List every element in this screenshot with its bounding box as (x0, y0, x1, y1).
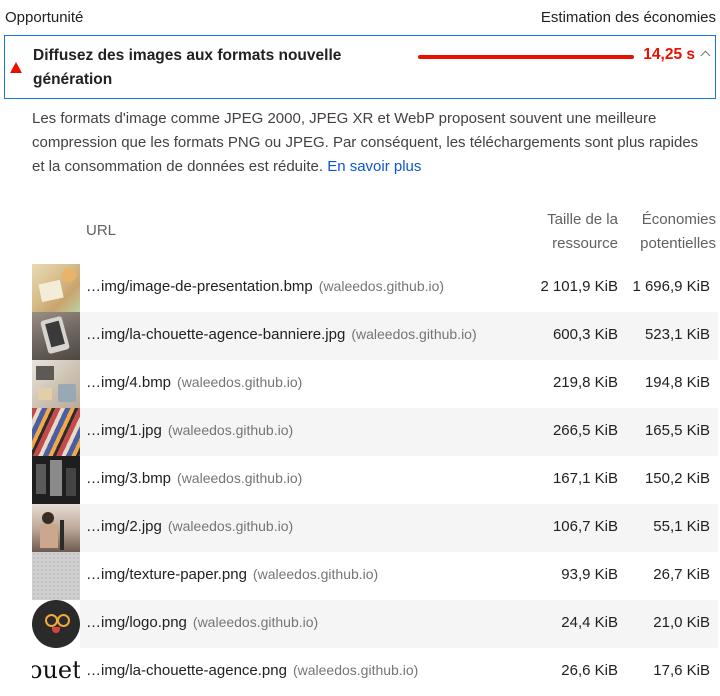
table-header-row: Opportunité Estimation des économies (0, 0, 720, 34)
potential-savings: 165,5 KiB (644, 422, 710, 439)
potential-savings: 21,0 KiB (653, 614, 710, 631)
estimated-savings-label: Estimation des économies (540, 8, 716, 26)
potential-savings: 55,1 KiB (653, 518, 710, 535)
image-thumbnail (32, 552, 80, 600)
potential-savings: 17,6 KiB (653, 662, 710, 679)
resource-size: 219,8 KiB (552, 374, 618, 391)
potential-savings: 194,8 KiB (644, 374, 710, 391)
owl-logo-thumbnail (32, 600, 80, 648)
resource-url[interactable]: …img/la-chouette-agence-banniere.jpg (wal… (86, 326, 477, 343)
resource-size: 26,6 KiB (561, 662, 618, 679)
audit-description: Les formats d'image comme JPEG 2000, JPE… (32, 107, 712, 179)
resource-size: 2 101,9 KiB (540, 278, 618, 295)
resource-size: 24,4 KiB (561, 614, 618, 631)
audit-savings-value: 14,25 s (643, 46, 695, 63)
details-table-body: …img/image-de-presentation.bmp (waleedos.… (32, 264, 718, 696)
image-thumbnail (32, 408, 80, 456)
image-thumbnail (32, 360, 80, 408)
resource-size: 266,5 KiB (552, 422, 618, 439)
table-row: …img/1.jpg (waleedos.github.io) 266,5 KiB… (32, 408, 718, 456)
column-url: URL (86, 222, 117, 239)
chevron-up-icon[interactable] (700, 50, 711, 61)
details-table-header: URL Taille de la ressource Économies pot… (32, 206, 718, 258)
column-potential-savings: Économies potentielles (640, 211, 716, 252)
audit-title: Diffusez des images aux formats nouvelle… (33, 47, 342, 88)
image-thumbnail: ouette (32, 648, 80, 696)
thumbnail-logo-text: ouette (32, 656, 80, 684)
resource-url[interactable]: …img/image-de-presentation.bmp (waleedos.… (86, 278, 444, 295)
column-resource-size: Taille de la ressource (547, 211, 618, 252)
table-row: …img/texture-paper.png (waleedos.github.i… (32, 552, 718, 600)
resource-size: 167,1 KiB (552, 470, 618, 487)
table-row: …img/logo.png (waleedos.github.io) 24,4 K… (32, 600, 718, 648)
image-thumbnail (32, 504, 80, 552)
table-row: …img/2.jpg (waleedos.github.io) 106,7 KiB… (32, 504, 718, 552)
resource-url[interactable]: …img/texture-paper.png (waleedos.github.i… (86, 566, 378, 583)
resource-size: 106,7 KiB (552, 518, 618, 535)
resource-url[interactable]: …img/1.jpg (waleedos.github.io) (86, 422, 293, 439)
table-row: …img/3.bmp (waleedos.github.io) 167,1 KiB… (32, 456, 718, 504)
warning-triangle-icon (10, 62, 22, 73)
resource-url[interactable]: …img/la-chouette-agence.png (waleedos.git… (86, 662, 418, 679)
image-thumbnail (32, 264, 80, 312)
table-row: …img/image-de-presentation.bmp (waleedos.… (32, 264, 718, 312)
potential-savings: 523,1 KiB (644, 326, 710, 343)
learn-more-link[interactable]: En savoir plus (327, 158, 421, 175)
resource-url[interactable]: …img/logo.png (waleedos.github.io) (86, 614, 318, 631)
image-thumbnail (32, 456, 80, 504)
image-thumbnail (32, 312, 80, 360)
opportunity-label: Opportunité (5, 8, 84, 26)
potential-savings: 150,2 KiB (644, 470, 710, 487)
table-row: ouette …img/la-chouette-agence.png(walee… (32, 648, 718, 696)
table-row: …img/la-chouette-agence-banniere.jpg (wal… (32, 312, 718, 360)
potential-savings: 26,7 KiB (653, 566, 710, 583)
resource-size: 93,9 KiB (561, 566, 618, 583)
potential-savings: 1 696,9 KiB (632, 278, 710, 295)
audit-next-gen-images[interactable]: Diffusez des images aux formats nouvelle… (4, 35, 716, 99)
savings-bar (418, 55, 634, 59)
resource-size: 600,3 KiB (552, 326, 618, 343)
resource-url[interactable]: …img/3.bmp (waleedos.github.io) (86, 470, 302, 487)
resource-url[interactable]: …img/2.jpg (waleedos.github.io) (86, 518, 293, 535)
table-row: …img/4.bmp (waleedos.github.io) 219,8 KiB… (32, 360, 718, 408)
resource-url[interactable]: …img/4.bmp (waleedos.github.io) (86, 374, 302, 391)
